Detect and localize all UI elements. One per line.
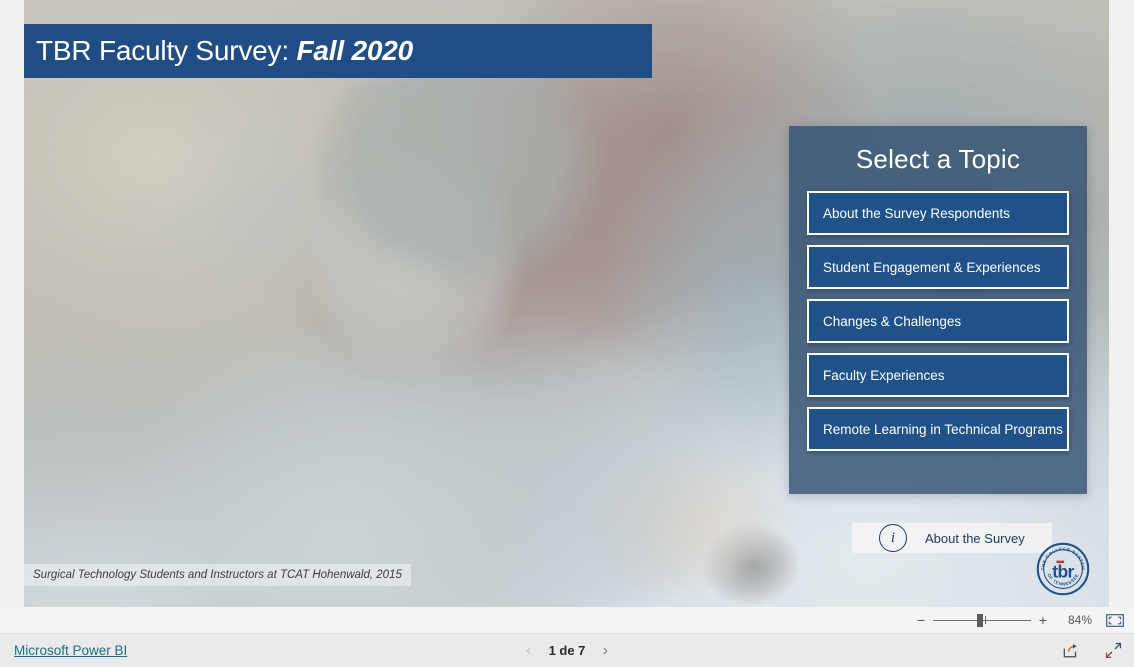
topic-button-changes-challenges[interactable]: Changes & Challenges bbox=[807, 299, 1069, 343]
topic-button-about-the-survey-respondents[interactable]: About the Survey Respondents bbox=[807, 191, 1069, 235]
zoom-slider-handle[interactable] bbox=[977, 614, 983, 627]
next-page-button[interactable]: › bbox=[598, 642, 612, 659]
power-bi-report-viewer: TBR Faculty Survey: Fall 2020 Select a T… bbox=[0, 0, 1134, 667]
share-icon[interactable] bbox=[1062, 643, 1079, 659]
svg-text:tbr: tbr bbox=[1052, 561, 1074, 581]
topic-button-label: Student Engagement & Experiences bbox=[823, 259, 1041, 275]
topic-button-remote-learning-in-technical-programs[interactable]: Remote Learning in Technical Programs bbox=[807, 407, 1069, 451]
photo-caption: Surgical Technology Students and Instruc… bbox=[24, 564, 411, 586]
zoom-in-button[interactable]: + bbox=[1036, 612, 1050, 628]
topic-button-label: About the Survey Respondents bbox=[823, 205, 1010, 221]
page-navigation: ‹ 1 de 7 › bbox=[0, 642, 1134, 659]
topic-panel-heading: Select a Topic bbox=[855, 144, 1021, 174]
zoom-toolbar: − + 84% bbox=[0, 607, 1134, 634]
report-footer: Microsoft Power BI ‹ 1 de 7 › bbox=[0, 634, 1134, 667]
fullscreen-icon[interactable] bbox=[1105, 642, 1122, 659]
zoom-slider-tick bbox=[985, 616, 987, 624]
report-canvas: TBR Faculty Survey: Fall 2020 Select a T… bbox=[24, 0, 1109, 607]
tbr-logo: THE COLLEGE SYSTEM OF TENNESSEE tbr bbox=[1036, 542, 1090, 596]
zoom-out-button[interactable]: − bbox=[914, 612, 928, 628]
info-icon: i bbox=[879, 524, 907, 552]
report-title-period: Fall 2020 bbox=[296, 35, 414, 66]
previous-page-button[interactable]: ‹ bbox=[522, 642, 536, 659]
page-indicator: 1 de 7 bbox=[548, 643, 586, 658]
topic-button-list: About the Survey Respondents Student Eng… bbox=[789, 191, 1087, 451]
about-the-survey-label: About the Survey bbox=[925, 530, 1025, 546]
topic-button-faculty-experiences[interactable]: Faculty Experiences bbox=[807, 353, 1069, 397]
tbr-seal-icon: THE COLLEGE SYSTEM OF TENNESSEE tbr bbox=[1036, 542, 1090, 596]
topic-button-label: Faculty Experiences bbox=[823, 367, 945, 383]
footer-actions bbox=[1062, 642, 1122, 659]
topic-button-label: Remote Learning in Technical Programs bbox=[823, 421, 1063, 437]
zoom-level-label: 84% bbox=[1067, 613, 1092, 627]
report-title-bar: TBR Faculty Survey: Fall 2020 bbox=[24, 24, 652, 78]
zoom-slider[interactable] bbox=[933, 613, 1031, 627]
report-title-main: TBR Faculty Survey: bbox=[36, 35, 297, 66]
about-the-survey-button[interactable]: i About the Survey bbox=[852, 523, 1052, 553]
topic-button-label: Changes & Challenges bbox=[823, 313, 962, 329]
microsoft-power-bi-link[interactable]: Microsoft Power BI bbox=[14, 643, 127, 658]
topic-button-student-engagement-experiences[interactable]: Student Engagement & Experiences bbox=[807, 245, 1069, 289]
topic-navigation-panel: Select a Topic About the Survey Responde… bbox=[789, 126, 1087, 494]
fit-to-page-icon[interactable] bbox=[1106, 613, 1124, 627]
